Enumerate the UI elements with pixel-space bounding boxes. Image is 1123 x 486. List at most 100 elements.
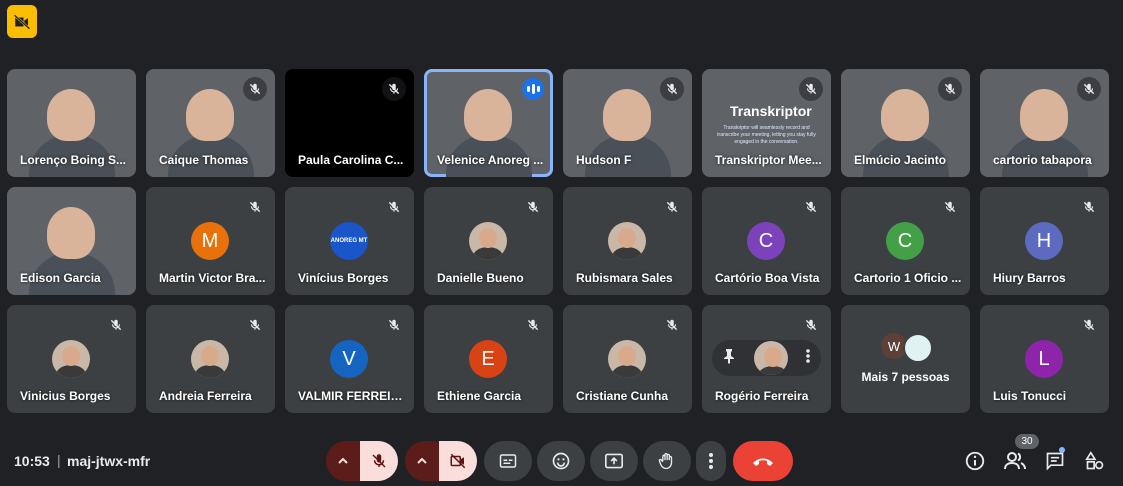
mic-off-icon bbox=[243, 195, 267, 219]
transkriptor-promo-text: Transkriptor will seamlessly record and … bbox=[717, 125, 816, 145]
participant-tile[interactable]: Edison Garcia bbox=[7, 187, 136, 295]
participant-video-face bbox=[47, 89, 95, 141]
participants-count-badge: 30 bbox=[1015, 434, 1039, 449]
participant-video-face bbox=[47, 207, 95, 259]
captions-button[interactable] bbox=[484, 441, 532, 481]
present-icon bbox=[605, 453, 623, 469]
mic-off-icon bbox=[372, 454, 386, 468]
more-options-button[interactable] bbox=[696, 441, 726, 481]
mic-off-icon bbox=[1077, 195, 1101, 219]
participant-name: Luis Tonucci bbox=[993, 389, 1067, 403]
avatar bbox=[753, 341, 788, 375]
participant-tile[interactable]: Lorenço Boing S... bbox=[7, 69, 136, 177]
video-options-button[interactable] bbox=[405, 441, 439, 481]
transkriptor-logo: Transkriptor bbox=[730, 103, 812, 119]
avatar bbox=[469, 222, 507, 260]
participant-tile[interactable]: L Luis Tonucci bbox=[980, 305, 1109, 413]
chevron-up-icon bbox=[417, 457, 427, 464]
participant-tile[interactable]: Transkriptor Transkriptor will seamlessly… bbox=[702, 69, 831, 177]
participant-video-face bbox=[881, 89, 929, 141]
avatar: V bbox=[330, 340, 368, 378]
participant-name: Cartório Boa Vista bbox=[715, 271, 820, 285]
participant-tile[interactable]: Paula Carolina C... bbox=[285, 69, 414, 177]
participant-tile[interactable]: Andreia Ferreira bbox=[146, 305, 275, 413]
participant-tile[interactable]: Vinicius Borges bbox=[7, 305, 136, 413]
participant-tile[interactable]: C Cartório Boa Vista bbox=[702, 187, 831, 295]
mic-off-icon bbox=[660, 313, 684, 337]
avatar: E bbox=[469, 340, 507, 378]
reactions-button[interactable] bbox=[537, 441, 585, 481]
participant-name: VALMIR FERREIR... bbox=[298, 389, 406, 403]
avatar-logo: ANOREG MT bbox=[330, 222, 368, 260]
participant-name: Caique Thomas bbox=[159, 153, 249, 167]
leave-call-button[interactable] bbox=[733, 441, 793, 481]
participant-tile[interactable]: ANOREG MT Vinícius Borges bbox=[285, 187, 414, 295]
people-icon bbox=[1004, 452, 1026, 470]
mic-off-icon bbox=[799, 195, 823, 219]
participant-tile[interactable]: Velenice Anoreg ... bbox=[424, 69, 553, 177]
microphone-toggle-button[interactable] bbox=[360, 441, 398, 481]
participant-name: Martin Victor Bra... bbox=[159, 271, 266, 285]
mic-off-icon bbox=[938, 77, 962, 101]
mic-off-icon bbox=[382, 195, 406, 219]
participant-grid: Lorenço Boing S... Caique Thomas Paula Car… bbox=[7, 69, 1109, 413]
participant-name: Cristiane Cunha bbox=[576, 389, 669, 403]
emoji-icon bbox=[552, 452, 570, 470]
more-people-label: Mais 7 pessoas bbox=[861, 370, 950, 384]
participant-tile[interactable]: V VALMIR FERREIR... bbox=[285, 305, 414, 413]
mic-off-icon bbox=[660, 77, 684, 101]
participant-tile[interactable]: E Ethiene Garcia bbox=[424, 305, 553, 413]
participant-tile[interactable]: Elmúcio Jacinto bbox=[841, 69, 970, 177]
clock: 10:53 bbox=[14, 453, 50, 469]
mic-off-icon bbox=[521, 313, 545, 337]
participant-tile[interactable]: cartorio tabapora bbox=[980, 69, 1109, 177]
present-screen-button[interactable] bbox=[590, 441, 638, 481]
tile-more-button[interactable] bbox=[805, 348, 811, 369]
participant-tile[interactable]: Hudson F bbox=[563, 69, 692, 177]
more-vert-icon bbox=[709, 453, 713, 469]
participant-name: Vinicius Borges bbox=[20, 389, 111, 403]
participant-name: Edison Garcia bbox=[20, 271, 101, 285]
participant-tile[interactable]: M Martin Victor Bra... bbox=[146, 187, 275, 295]
participant-video-face bbox=[464, 89, 512, 141]
avatar bbox=[52, 340, 90, 378]
avatar bbox=[608, 340, 646, 378]
participant-name: Vinícius Borges bbox=[298, 271, 389, 285]
participant-tile[interactable]: Rubismara Sales bbox=[563, 187, 692, 295]
participant-tile[interactable]: C Cartorio 1 Oficio ... bbox=[841, 187, 970, 295]
audio-options-button[interactable] bbox=[326, 441, 360, 481]
recording-off-badge[interactable] bbox=[7, 5, 37, 38]
participant-name: Cartorio 1 Oficio ... bbox=[854, 271, 962, 285]
mic-off-icon bbox=[660, 195, 684, 219]
avatar: C bbox=[747, 222, 785, 260]
participant-name: Hudson F bbox=[576, 153, 632, 167]
participant-tile[interactable]: Rogério Ferreira bbox=[702, 305, 831, 413]
participant-tile[interactable]: Caique Thomas bbox=[146, 69, 275, 177]
participant-name: Hiury Barros bbox=[993, 271, 1066, 285]
raise-hand-button[interactable] bbox=[643, 441, 691, 481]
meeting-details-button[interactable] bbox=[962, 448, 988, 474]
camera-off-icon bbox=[13, 13, 31, 30]
people-button[interactable] bbox=[1002, 448, 1028, 474]
pin-button[interactable] bbox=[722, 348, 736, 369]
mic-off-icon bbox=[243, 77, 267, 101]
participant-tile[interactable]: Danielle Bueno bbox=[424, 187, 553, 295]
participant-tile[interactable]: H Hiury Barros bbox=[980, 187, 1109, 295]
mic-off-icon bbox=[521, 195, 545, 219]
avatar: L bbox=[1025, 340, 1063, 378]
avatar: C bbox=[886, 222, 924, 260]
activities-icon bbox=[1085, 451, 1104, 470]
info-icon bbox=[965, 451, 985, 471]
participant-name: Lorenço Boing S... bbox=[20, 153, 127, 167]
participant-tile[interactable]: Cristiane Cunha bbox=[563, 305, 692, 413]
participant-name: Ethiene Garcia bbox=[437, 389, 522, 403]
camera-toggle-button[interactable] bbox=[439, 441, 477, 481]
mic-off-icon bbox=[799, 77, 823, 101]
activities-button[interactable] bbox=[1082, 448, 1108, 474]
participant-name: Velenice Anoreg ... bbox=[437, 153, 544, 167]
mic-off-icon bbox=[938, 195, 962, 219]
mic-off-icon bbox=[1077, 313, 1101, 337]
participant-name: cartorio tabapora bbox=[993, 153, 1092, 167]
participant-tile[interactable]: W Mais 7 pessoas bbox=[841, 305, 970, 413]
avatar: H bbox=[1025, 222, 1063, 260]
